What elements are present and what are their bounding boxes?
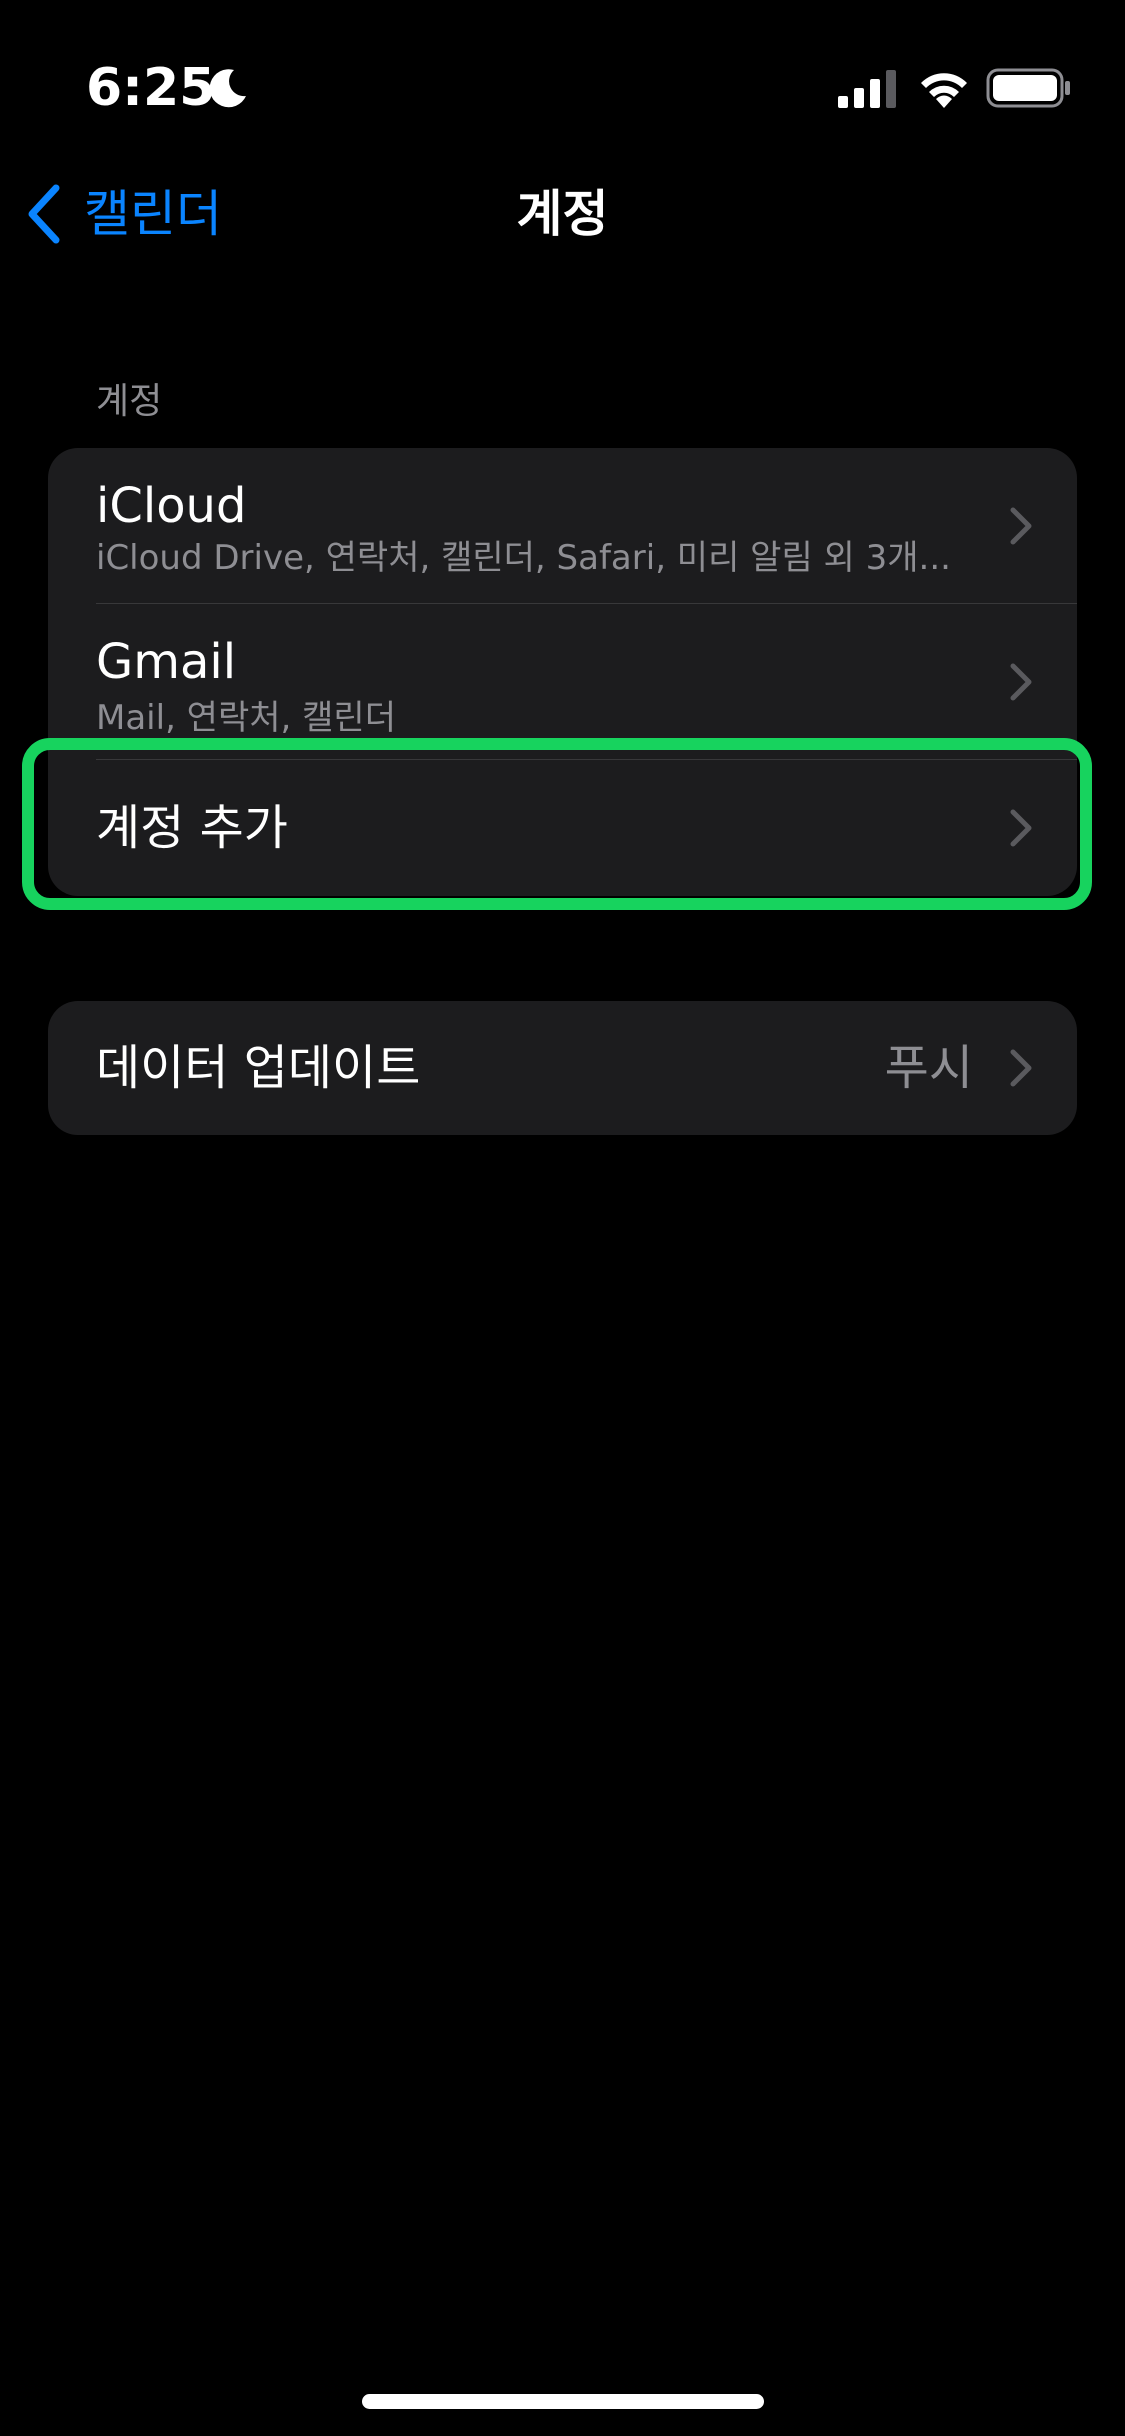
- account-title: Gmail: [96, 634, 237, 690]
- add-account-button[interactable]: 계정 추가: [48, 760, 1077, 896]
- chevron-right-icon: [1010, 809, 1032, 847]
- fetch-new-data-value: 푸시: [884, 1040, 973, 1096]
- wifi-icon: [921, 73, 967, 108]
- status-bar: 6:25: [0, 0, 1125, 150]
- moon-icon: [209, 69, 246, 108]
- cellular-signal-icon: [838, 70, 896, 108]
- account-subtitle: iCloud Drive, 연락처, 캘린더, Safari, 미리 알림 외 …: [96, 538, 951, 578]
- status-time: 6:25: [86, 58, 216, 118]
- chevron-right-icon: [1010, 507, 1032, 545]
- account-subtitle: Mail, 연락처, 캘린더: [96, 698, 396, 738]
- account-row-gmail[interactable]: Gmail Mail, 연락처, 캘린더: [48, 604, 1077, 760]
- home-indicator[interactable]: [362, 2394, 764, 2409]
- fetch-new-data-label: 데이터 업데이트: [96, 1040, 421, 1096]
- battery-icon: [986, 68, 1070, 108]
- account-title: iCloud: [96, 478, 247, 534]
- account-row-icloud[interactable]: iCloud iCloud Drive, 연락처, 캘린더, Safari, 미…: [48, 448, 1077, 604]
- accounts-list: iCloud iCloud Drive, 연락처, 캘린더, Safari, 미…: [48, 448, 1077, 896]
- chevron-right-icon: [1010, 1049, 1032, 1087]
- data-update-list: 데이터 업데이트 푸시: [48, 1001, 1077, 1135]
- section-header-accounts: 계정: [96, 381, 163, 422]
- chevron-right-icon: [1010, 663, 1032, 701]
- page-title: 계정: [516, 185, 609, 243]
- add-account-label: 계정 추가: [96, 800, 288, 856]
- fetch-new-data-row[interactable]: 데이터 업데이트 푸시: [48, 1001, 1077, 1135]
